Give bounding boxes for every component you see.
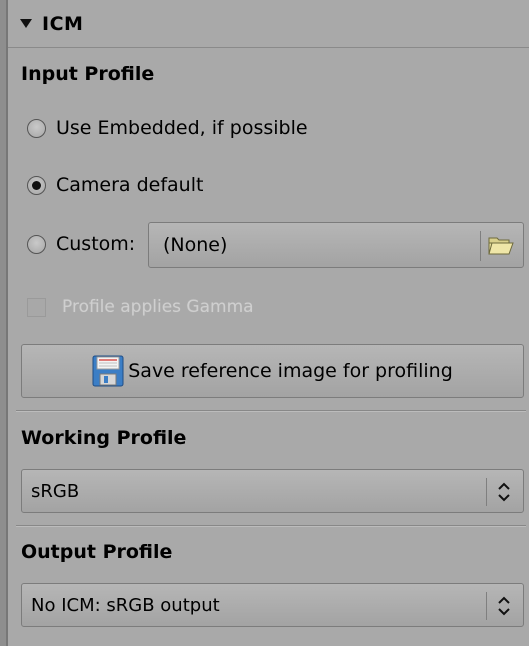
radio-button[interactable] — [27, 118, 46, 138]
floppy-disk-icon — [92, 355, 124, 387]
divider — [16, 410, 526, 412]
profile-applies-gamma-checkbox[interactable]: Profile applies Gamma — [27, 297, 254, 317]
triangle-down-icon[interactable] — [20, 19, 32, 28]
divider — [16, 525, 526, 527]
output-profile-heading: Output Profile — [21, 541, 173, 563]
output-profile-select[interactable]: No ICM: sRGB output — [21, 583, 524, 627]
radio-label: Custom: — [56, 233, 136, 255]
save-button-label: Save reference image for profiling — [128, 360, 453, 382]
radio-use-embedded[interactable]: Use Embedded, if possible — [27, 117, 308, 139]
separator — [480, 231, 481, 261]
output-profile-value: No ICM: sRGB output — [31, 594, 220, 616]
custom-profile-file-chooser[interactable]: (None) — [148, 222, 524, 268]
working-profile-value: sRGB — [31, 480, 80, 502]
section-title: ICM — [42, 12, 84, 35]
checkbox-label: Profile applies Gamma — [62, 297, 254, 317]
radio-label: Use Embedded, if possible — [56, 117, 308, 139]
icm-expander-header[interactable]: ICM — [8, 0, 529, 48]
icm-panel: ICM Input Profile Use Embedded, if possi… — [6, 0, 529, 646]
working-profile-select[interactable]: sRGB — [21, 469, 524, 513]
radio-button[interactable] — [27, 234, 46, 254]
checkbox[interactable] — [27, 297, 46, 317]
input-profile-heading: Input Profile — [21, 63, 155, 85]
separator — [486, 592, 487, 620]
radio-custom[interactable]: Custom: — [27, 233, 135, 255]
save-reference-image-button[interactable]: Save reference image for profiling — [21, 344, 524, 398]
folder-open-icon[interactable] — [488, 235, 514, 255]
separator — [486, 478, 487, 506]
up-down-arrows-icon — [498, 596, 510, 616]
radio-camera-default[interactable]: Camera default — [27, 174, 203, 196]
working-profile-heading: Working Profile — [21, 427, 187, 449]
radio-button[interactable] — [27, 175, 46, 195]
up-down-arrows-icon — [498, 482, 510, 502]
radio-label: Camera default — [56, 174, 204, 196]
custom-profile-value: (None) — [163, 234, 228, 256]
